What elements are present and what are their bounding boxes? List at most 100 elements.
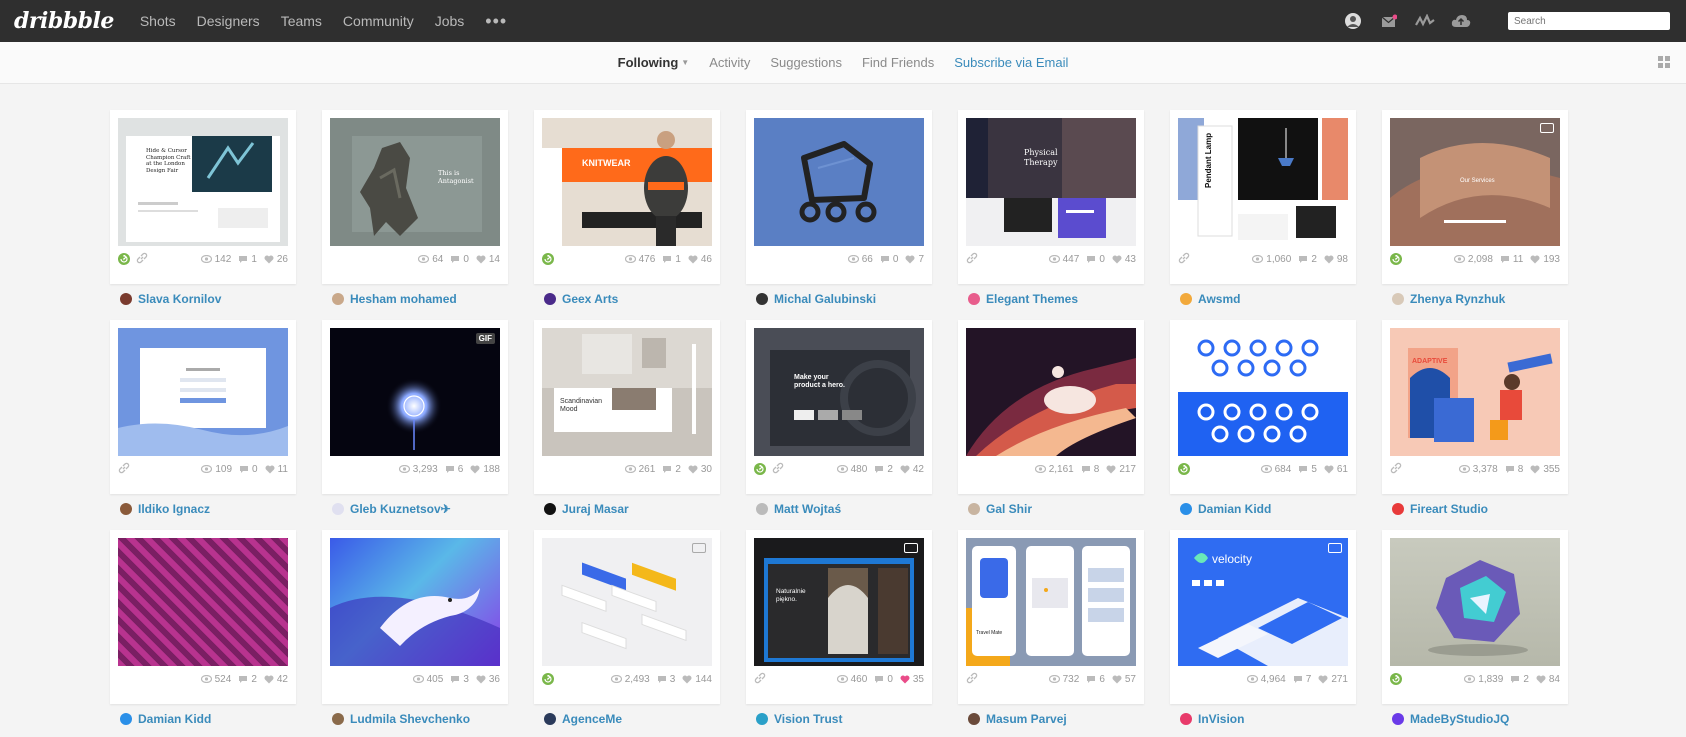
shot-thumbnail[interactable]: Hide & Cursor Champion Craft at the Lond… — [118, 118, 288, 246]
author-link[interactable]: Damian Kidd — [1180, 502, 1271, 516]
upload-icon[interactable] — [1450, 10, 1472, 32]
nav-jobs[interactable]: Jobs — [435, 13, 465, 29]
tab-suggestions[interactable]: Suggestions — [770, 55, 842, 70]
shot-thumbnail[interactable] — [118, 328, 288, 456]
shot-card[interactable]: 2,161 8 217 Gal Shir — [958, 320, 1144, 516]
author-link[interactable]: Fireart Studio — [1392, 502, 1488, 516]
shot-thumbnail[interactable] — [754, 118, 924, 246]
mail-icon[interactable] — [1378, 10, 1400, 32]
rebound-icon[interactable] — [1178, 463, 1190, 475]
avatar[interactable] — [120, 503, 132, 515]
author-link[interactable]: Damian Kidd — [120, 712, 211, 726]
rebound-icon[interactable] — [1390, 253, 1402, 265]
avatar[interactable] — [968, 503, 980, 515]
avatar[interactable] — [332, 293, 344, 305]
shot-card[interactable]: Naturalnie piękno. 460 0 35 Vision Trust — [746, 530, 932, 726]
shot-card[interactable]: 524 2 42 Damian Kidd — [110, 530, 296, 726]
shot-thumbnail[interactable] — [118, 538, 288, 666]
avatar[interactable] — [332, 503, 344, 515]
shot-card[interactable]: Make your product a hero. 480 2 42 Matt … — [746, 320, 932, 516]
shot-thumbnail[interactable] — [542, 538, 712, 666]
avatar[interactable] — [1180, 503, 1192, 515]
nav-teams[interactable]: Teams — [281, 13, 322, 29]
activity-icon[interactable] — [1414, 10, 1436, 32]
author-link[interactable]: Masum Parvej — [968, 712, 1067, 726]
shot-thumbnail[interactable]: Our Services — [1390, 118, 1560, 246]
rebound-icon[interactable] — [1390, 673, 1402, 685]
avatar[interactable] — [1392, 293, 1404, 305]
author-link[interactable]: Ildiko Ignacz — [120, 502, 210, 516]
avatar[interactable] — [332, 713, 344, 725]
tab-following[interactable]: Following ▼ — [618, 55, 690, 70]
avatar[interactable] — [756, 293, 768, 305]
shot-card[interactable]: 66 0 7 Michal Galubinski — [746, 110, 932, 306]
shot-card[interactable]: 2,493 3 144 AgenceMe — [534, 530, 720, 726]
shot-card[interactable]: GIF 3,293 6 188 Gleb Kuznetsov✈ — [322, 320, 508, 516]
shot-thumbnail[interactable]: KNITWEAR — [542, 118, 712, 246]
shot-thumbnail[interactable]: This is Antagonist — [330, 118, 500, 246]
nav-community[interactable]: Community — [343, 13, 414, 29]
shot-thumbnail[interactable]: Naturalnie piękno. — [754, 538, 924, 666]
link-icon[interactable] — [772, 462, 784, 477]
shot-card[interactable]: This is Antagonist 64 0 14 Hesham mohame… — [322, 110, 508, 306]
link-icon[interactable] — [966, 252, 978, 267]
shot-thumbnail[interactable]: ADAPTIVE — [1390, 328, 1560, 456]
shot-thumbnail[interactable]: GIF — [330, 328, 500, 456]
shot-card[interactable]: 684 5 61 Damian Kidd — [1170, 320, 1356, 516]
shot-thumbnail[interactable]: Scandinavian Mood — [542, 328, 712, 456]
author-link[interactable]: MadeByStudioJQ — [1392, 712, 1509, 726]
shot-card[interactable]: Travel Mate 732 6 57 Masum Parvej — [958, 530, 1144, 726]
tab-find-friends[interactable]: Find Friends — [862, 55, 934, 70]
shot-card[interactable]: ADAPTIVE 3,378 8 355 Fireart Studio — [1382, 320, 1568, 516]
avatar[interactable] — [968, 713, 980, 725]
author-link[interactable]: Vision Trust — [756, 712, 842, 726]
author-link[interactable]: Gal Shir — [968, 502, 1032, 516]
link-icon[interactable] — [136, 252, 148, 267]
shot-thumbnail[interactable]: Make your product a hero. — [754, 328, 924, 456]
rebound-icon[interactable] — [118, 253, 130, 265]
search-input[interactable] — [1508, 12, 1670, 30]
shot-card[interactable]: Hide & Cursor Champion Craft at the Lond… — [110, 110, 296, 306]
avatar[interactable] — [756, 713, 768, 725]
shot-card[interactable]: 109 0 11 Ildiko Ignacz — [110, 320, 296, 516]
shot-thumbnail[interactable] — [1390, 538, 1560, 666]
shot-thumbnail[interactable] — [1178, 328, 1348, 456]
author-link[interactable]: Gleb Kuznetsov✈ — [332, 502, 451, 516]
avatar[interactable] — [544, 713, 556, 725]
rebound-icon[interactable] — [542, 253, 554, 265]
shot-thumbnail[interactable]: Pendant Lamp — [1178, 118, 1348, 246]
avatar[interactable] — [968, 293, 980, 305]
author-link[interactable]: Juraj Masar — [544, 502, 629, 516]
link-icon[interactable] — [966, 672, 978, 687]
shot-card[interactable]: Our Services 2,098 11 193 Zhenya Rynzhuk — [1382, 110, 1568, 306]
avatar[interactable] — [1180, 293, 1192, 305]
author-link[interactable]: Michal Galubinski — [756, 292, 876, 306]
author-link[interactable]: Elegant Themes — [968, 292, 1078, 306]
shot-card[interactable]: KNITWEAR 476 1 46 Geex Arts — [534, 110, 720, 306]
link-icon[interactable] — [754, 672, 766, 687]
avatar[interactable] — [1392, 503, 1404, 515]
subscribe-email-link[interactable]: Subscribe via Email — [954, 55, 1068, 70]
author-link[interactable]: Hesham mohamed — [332, 292, 457, 306]
author-link[interactable]: Geex Arts — [544, 292, 618, 306]
avatar[interactable] — [1392, 713, 1404, 725]
author-link[interactable]: Matt Wojtaś — [756, 502, 841, 516]
shot-thumbnail[interactable]: Physical Therapy — [966, 118, 1136, 246]
link-icon[interactable] — [118, 462, 130, 477]
shot-card[interactable]: 1,839 2 84 MadeByStudioJQ — [1382, 530, 1568, 726]
author-link[interactable]: AgenceMe — [544, 712, 622, 726]
shot-thumbnail[interactable]: Travel Mate — [966, 538, 1136, 666]
avatar[interactable] — [756, 503, 768, 515]
avatar[interactable] — [1342, 10, 1364, 32]
nav-designers[interactable]: Designers — [197, 13, 260, 29]
grid-view-icon[interactable] — [1658, 56, 1670, 71]
shot-thumbnail[interactable] — [330, 538, 500, 666]
shot-card[interactable]: Scandinavian Mood 261 2 30 Juraj Masar — [534, 320, 720, 516]
avatar[interactable] — [120, 293, 132, 305]
author-link[interactable]: Ludmila Shevchenko — [332, 712, 470, 726]
link-icon[interactable] — [1178, 252, 1190, 267]
author-link[interactable]: Slava Kornilov — [120, 292, 221, 306]
avatar[interactable] — [120, 713, 132, 725]
link-icon[interactable] — [1390, 462, 1402, 477]
author-link[interactable]: Awsmd — [1180, 292, 1240, 306]
